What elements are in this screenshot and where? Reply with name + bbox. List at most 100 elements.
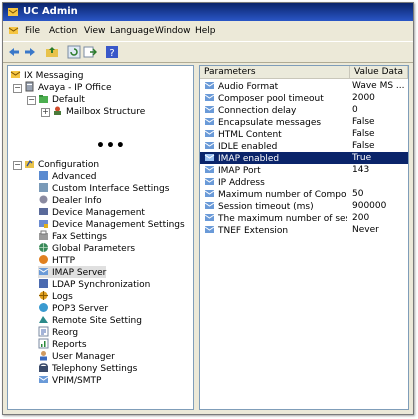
tree-item-reports[interactable]: Reports [38, 338, 87, 350]
tree-item-vpim-smtp[interactable]: VPIM/SMTP [38, 374, 101, 386]
mailbox-icon [52, 105, 63, 116]
forward-icon[interactable] [23, 45, 37, 59]
tree-item-label: Logs [52, 292, 73, 302]
back-icon[interactable] [7, 45, 21, 59]
tree-item-global-parameters[interactable]: Global Parameters [38, 242, 135, 254]
param-row[interactable]: Composer pool timeout 2000 [200, 92, 408, 104]
param-name: HTML Content [218, 130, 282, 140]
pop3-icon [38, 302, 49, 313]
menu-language[interactable]: Language [108, 25, 156, 38]
column-header-parameters[interactable]: Parameters [200, 66, 350, 79]
help-icon[interactable]: ? [105, 45, 119, 59]
property-icon [204, 116, 215, 127]
remote-site-icon [38, 314, 49, 325]
param-name: The maximum number of sessi... [218, 214, 347, 224]
tree-item-custom-interface-settings[interactable]: Custom Interface Settings [38, 182, 169, 194]
tree-node-configuration[interactable]: Configuration [24, 158, 99, 170]
export-icon[interactable] [83, 45, 97, 59]
param-name: Encapsulate messages [218, 118, 322, 128]
tree-item-label: Custom Interface Settings [52, 184, 170, 194]
collapse-avaya-icon[interactable]: − [13, 84, 22, 93]
dealer-info-icon [38, 194, 49, 205]
tree-item-advanced[interactable]: Advanced [38, 170, 96, 182]
tree-item-dealer-info[interactable]: Dealer Info [38, 194, 102, 206]
menu-help[interactable]: Help [193, 25, 218, 38]
tree-item-user-manager[interactable]: User Manager [38, 350, 115, 362]
param-name: Audio Format [218, 82, 279, 92]
menu-view[interactable]: View [82, 25, 107, 38]
fax-icon [38, 230, 49, 241]
tree-node-ix-messaging[interactable]: IX Messaging [10, 69, 84, 81]
param-value: Never [352, 225, 379, 235]
param-value: 143 [352, 165, 370, 175]
menu-window[interactable]: Window [153, 25, 193, 38]
title-bar[interactable]: UC Admin [3, 3, 413, 21]
param-row[interactable]: HTML Content False [200, 128, 408, 140]
param-value: 200 [352, 213, 370, 223]
tree-item-device-management[interactable]: Device Management [38, 206, 145, 218]
param-name: TNEF Extension [218, 226, 289, 236]
collapse-default-icon[interactable]: − [27, 96, 36, 105]
expand-mailbox-icon[interactable]: + [41, 108, 50, 117]
configuration-icon [24, 158, 35, 169]
tree-item-label: POP3 Server [52, 304, 109, 314]
collapse-configuration-icon[interactable]: − [13, 161, 22, 170]
tree-item-label: Device Management [52, 208, 145, 218]
property-icon [204, 128, 215, 139]
param-value: False [352, 117, 375, 127]
tree-label: Avaya - IP Office [38, 83, 112, 93]
refresh-icon[interactable] [67, 45, 81, 59]
tree-item-label: Device Management Settings [52, 220, 185, 230]
navigation-tree: IX Messaging − Avaya - IP Office − Defau… [7, 65, 194, 410]
ix-messaging-icon [10, 69, 21, 80]
property-icon [204, 80, 215, 91]
param-row[interactable]: IDLE enabled False [200, 140, 408, 152]
tree-node-mailbox[interactable]: Mailbox Structure [52, 105, 145, 117]
property-icon [204, 200, 215, 211]
property-icon [204, 152, 215, 163]
property-icon [204, 176, 215, 187]
param-row[interactable]: TNEF Extension Never [200, 224, 408, 236]
svg-text:?: ? [109, 48, 114, 59]
tree-item-label: LDAP Synchronization [52, 280, 151, 290]
param-row[interactable]: IMAP Port 143 [200, 164, 408, 176]
tree-item-label: Global Parameters [52, 244, 136, 254]
param-row[interactable]: Encapsulate messages False [200, 116, 408, 128]
param-row[interactable]: Maximum number of Composers 50 [200, 188, 408, 200]
tree-item-fax-settings[interactable]: Fax Settings [38, 230, 107, 242]
property-icon [204, 140, 215, 151]
device-settings-icon [38, 218, 49, 229]
tree-item-label: User Manager [52, 352, 115, 362]
tree-node-default[interactable]: Default [38, 93, 85, 105]
param-row[interactable]: IP Address [200, 176, 408, 188]
param-row[interactable]: Audio Format Wave MS ... [200, 80, 408, 92]
folder-green-icon [38, 93, 49, 104]
param-row-selected[interactable]: IMAP enabled True [200, 152, 408, 164]
param-name: IMAP enabled [218, 154, 280, 164]
tree-item-device-management-settings[interactable]: Device Management Settings [38, 218, 185, 230]
up-folder-icon[interactable] [45, 45, 59, 59]
tree-item-remote-site-setting[interactable]: Remote Site Setting [38, 314, 142, 326]
tree-item-imap-server[interactable]: IMAP Server [38, 266, 107, 278]
tree-item-http[interactable]: HTTP [38, 254, 75, 266]
tree-item-pop3-server[interactable]: POP3 Server [38, 302, 108, 314]
tree-item-logs[interactable]: Logs [38, 290, 73, 302]
param-name: IDLE enabled [218, 142, 278, 152]
tree-node-avaya[interactable]: Avaya - IP Office [24, 81, 112, 93]
tree-label: IX Messaging [24, 71, 84, 81]
tree-item-reorg[interactable]: Reorg [38, 326, 78, 338]
param-row[interactable]: Session timeout (ms) 900000 [200, 200, 408, 212]
param-name: IMAP Port [218, 166, 261, 176]
property-icon [204, 164, 215, 175]
tree-item-ldap-synchronization[interactable]: LDAP Synchronization [38, 278, 150, 290]
advanced-icon [38, 170, 49, 181]
tree-item-telephony-settings[interactable]: Telephony Settings [38, 362, 137, 374]
param-value: 2000 [352, 93, 375, 103]
param-row[interactable]: Connection delay 0 [200, 104, 408, 116]
menu-action[interactable]: Action [47, 25, 79, 38]
param-row[interactable]: The maximum number of sessi... 200 [200, 212, 408, 224]
column-header-value-data[interactable]: Value Data [350, 66, 408, 79]
app-menu-icon[interactable] [8, 25, 19, 36]
tree-item-label: Telephony Settings [52, 364, 138, 374]
menu-file[interactable]: File [23, 25, 42, 38]
